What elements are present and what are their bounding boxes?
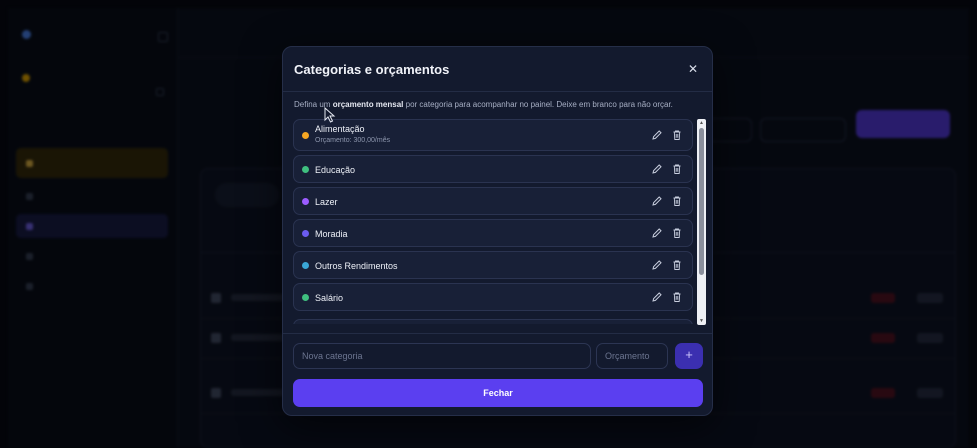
category-item[interactable]: Moradia <box>293 219 693 247</box>
category-budget: Orçamento: 300,00/mês <box>315 137 391 144</box>
trash-icon[interactable] <box>671 291 683 303</box>
category-item-partial[interactable] <box>293 319 693 324</box>
mouse-cursor-icon <box>324 107 336 123</box>
category-color-dot <box>302 198 309 205</box>
pencil-icon[interactable] <box>651 291 663 303</box>
budget-input[interactable] <box>596 343 668 369</box>
scroll-thumb[interactable] <box>699 128 704 275</box>
divider <box>283 333 712 334</box>
trash-icon[interactable] <box>671 195 683 207</box>
category-name: Alimentação <box>315 124 365 134</box>
pencil-icon[interactable] <box>651 259 663 271</box>
category-name: Educação <box>315 165 356 175</box>
category-list: Alimentação Orçamento: 300,00/mês Educação… <box>293 119 697 324</box>
category-color-dot <box>302 294 309 301</box>
scroll-down-arrow-icon[interactable]: ▼ <box>698 318 705 324</box>
category-item[interactable]: Alimentação Orçamento: 300,00/mês <box>293 119 693 151</box>
category-name: Moradia <box>315 229 348 239</box>
close-icon[interactable]: ✕ <box>685 62 701 78</box>
category-color-dot <box>302 132 309 139</box>
category-item[interactable]: Salário <box>293 283 693 311</box>
category-name: Lazer <box>315 197 338 207</box>
modal-title: Categorias e orçamentos <box>294 62 450 77</box>
scroll-up-arrow-icon[interactable]: ▲ <box>698 120 705 126</box>
trash-icon[interactable] <box>671 129 683 141</box>
categories-modal: Categorias e orçamentos ✕ Defina um orça… <box>282 46 713 416</box>
trash-icon[interactable] <box>671 259 683 271</box>
category-color-dot <box>302 230 309 237</box>
list-scrollbar[interactable]: ▲ ▼ <box>697 119 706 325</box>
description-bold: orçamento mensal <box>332 100 404 109</box>
modal-header: Categorias e orçamentos ✕ <box>283 47 712 92</box>
add-category-button[interactable]: + <box>675 343 703 369</box>
category-item[interactable]: Educação <box>293 155 693 183</box>
pencil-icon[interactable] <box>651 129 663 141</box>
description-suffix: por categoria para acompanhar no painel.… <box>403 100 673 109</box>
close-button[interactable]: Fechar <box>293 379 703 407</box>
category-name: Outros Rendimentos <box>315 261 398 271</box>
modal-description: Defina um orçamento mensal por categoria… <box>294 100 673 109</box>
pencil-icon[interactable] <box>651 195 663 207</box>
new-category-input[interactable] <box>293 343 591 369</box>
category-color-dot <box>302 166 309 173</box>
category-item[interactable]: Outros Rendimentos <box>293 251 693 279</box>
category-item[interactable]: Lazer <box>293 187 693 215</box>
trash-icon[interactable] <box>671 163 683 175</box>
trash-icon[interactable] <box>671 227 683 239</box>
pencil-icon[interactable] <box>651 227 663 239</box>
category-color-dot <box>302 262 309 269</box>
pencil-icon[interactable] <box>651 163 663 175</box>
category-name: Salário <box>315 293 344 303</box>
